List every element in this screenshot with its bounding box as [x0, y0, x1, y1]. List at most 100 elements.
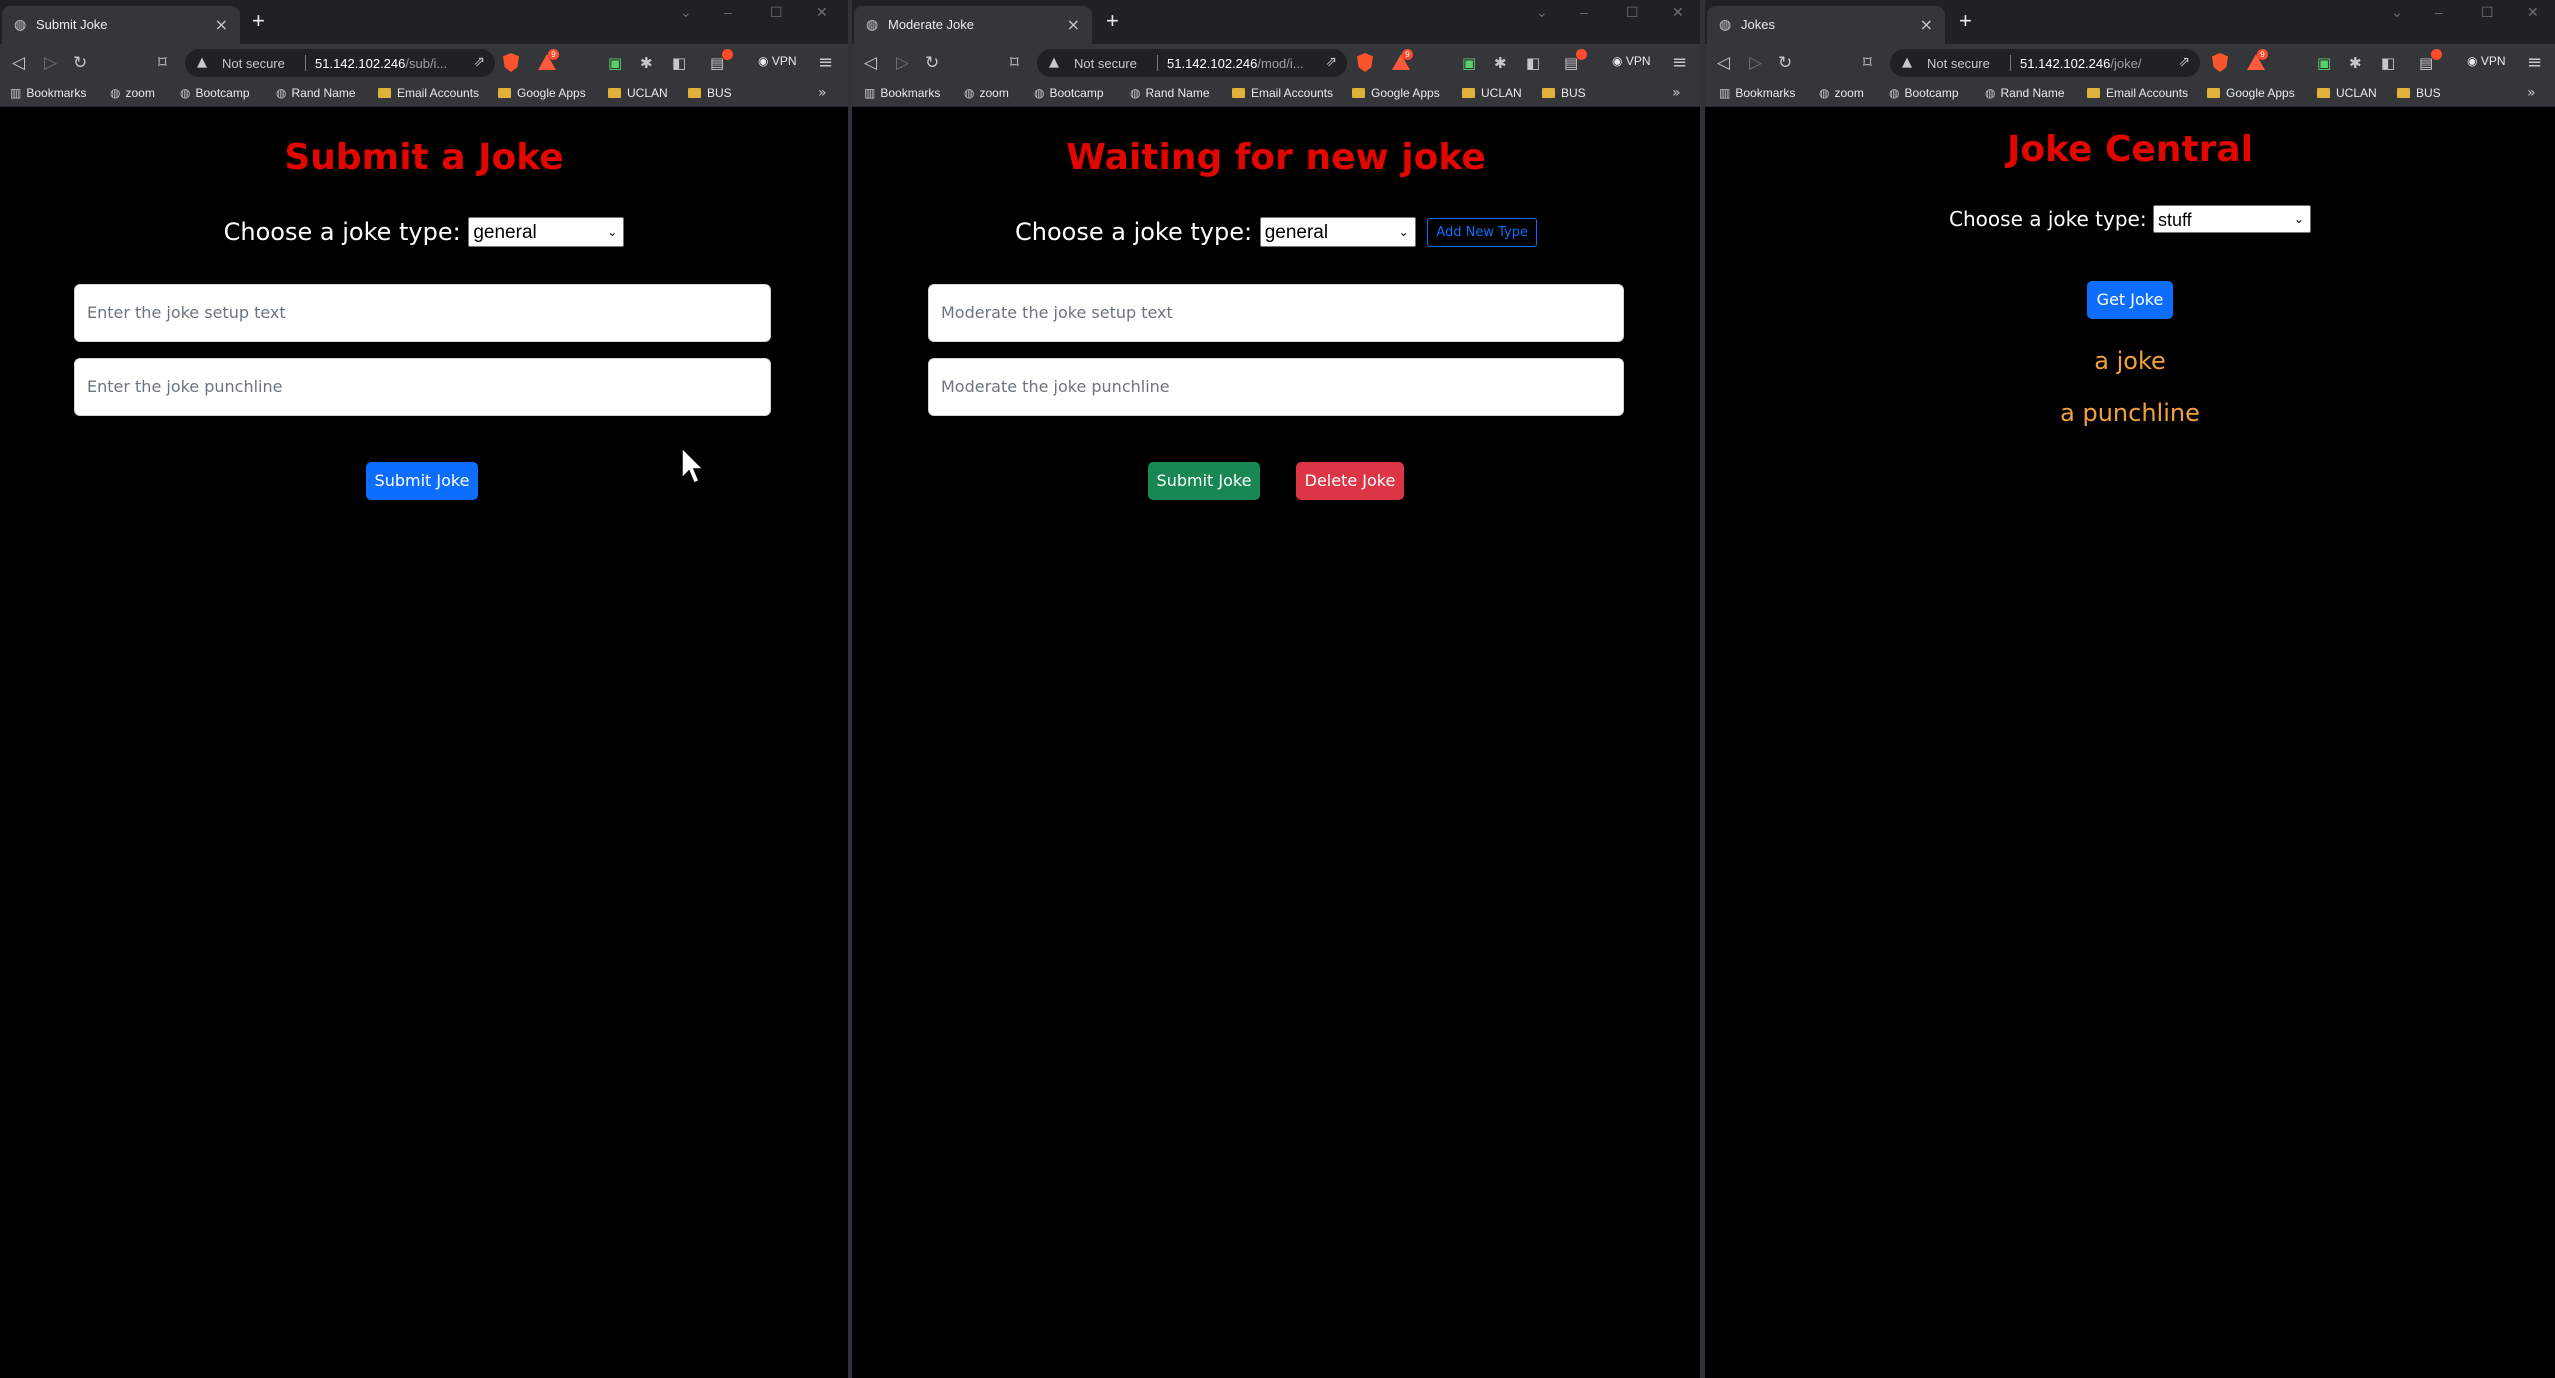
close-tab-icon[interactable]: ×	[215, 15, 228, 34]
forward-icon[interactable]: ▷	[44, 53, 57, 73]
vpn-button[interactable]: ◉ VPN	[758, 54, 797, 68]
reload-icon[interactable]: ↻	[1778, 53, 1792, 73]
new-tab-button[interactable]: +	[1106, 10, 1119, 32]
menu-icon[interactable]: ≡	[1672, 52, 1687, 73]
close-tab-icon[interactable]: ×	[1920, 15, 1933, 34]
close-window-button[interactable]: ✕	[1672, 4, 1684, 21]
brave-shield-icon[interactable]	[503, 53, 519, 72]
bookmark-bootcamp[interactable]: ◍ Bootcamp	[180, 86, 250, 100]
extension-icon[interactable]: ▣	[2317, 54, 2331, 72]
punchline-input[interactable]: Enter the joke punchline	[74, 358, 771, 416]
bookmark-uclan[interactable]: UCLAN	[1462, 86, 1522, 100]
bookmark-email-accounts[interactable]: Email Accounts	[2087, 86, 2188, 100]
bookmark-uclan[interactable]: UCLAN	[2317, 86, 2377, 100]
brave-shield-icon[interactable]	[1357, 53, 1373, 72]
share-icon[interactable]: ⇗	[473, 54, 485, 70]
bookmark-rand-name[interactable]: ◍ Rand Name	[276, 86, 356, 100]
sidebar-icon[interactable]: ◧	[2381, 54, 2395, 72]
bookmark-icon[interactable]: ⌑	[158, 53, 167, 73]
extensions-puzzle-icon[interactable]: ✱	[1494, 54, 1507, 72]
bookmark-google-apps[interactable]: Google Apps	[1352, 86, 1440, 100]
tab-search-icon[interactable]: ⌄	[2391, 4, 2403, 21]
divider	[305, 55, 306, 71]
maximize-button[interactable]: ☐	[2481, 4, 2494, 21]
bookmark-bus[interactable]: BUS	[2397, 86, 2441, 100]
forward-icon[interactable]: ▷	[896, 53, 909, 73]
minimize-button[interactable]: –	[724, 4, 732, 20]
new-tab-button[interactable]: +	[1959, 10, 1972, 32]
minimize-button[interactable]: –	[1580, 4, 1588, 20]
url-host: 51.142.102.246	[315, 56, 406, 71]
forward-icon[interactable]: ▷	[1749, 53, 1762, 73]
moderate-setup-input[interactable]: Moderate the joke setup text	[928, 284, 1624, 342]
close-window-button[interactable]: ✕	[816, 4, 828, 21]
bookmarks-manager[interactable]: ▥ Bookmarks	[864, 86, 940, 100]
reload-icon[interactable]: ↻	[73, 53, 87, 73]
minimize-button[interactable]: –	[2435, 4, 2443, 20]
maximize-button[interactable]: ☐	[770, 4, 783, 21]
bookmark-bus[interactable]: BUS	[1542, 86, 1586, 100]
address-bar[interactable]: ▲ Not secure 51.142.102.246/mod/i... ⇗	[1037, 49, 1347, 77]
reload-icon[interactable]: ↻	[925, 53, 939, 73]
extensions-puzzle-icon[interactable]: ✱	[2349, 54, 2362, 72]
close-window-button[interactable]: ✕	[2527, 4, 2539, 21]
share-icon[interactable]: ⇗	[2178, 54, 2190, 70]
tab-submit-joke[interactable]: ◍ Submit Joke ×	[2, 6, 240, 44]
bookmarks-icon: ▥	[1719, 86, 1731, 100]
tab-search-icon[interactable]: ⌄	[680, 4, 692, 21]
submit-joke-button[interactable]: Submit Joke	[366, 462, 478, 500]
tab-moderate-joke[interactable]: ◍ Moderate Joke ×	[854, 6, 1092, 44]
bookmark-rand-name[interactable]: ◍ Rand Name	[1985, 86, 2065, 100]
bookmark-rand-name[interactable]: ◍ Rand Name	[1130, 86, 1210, 100]
joke-type-select[interactable]: general ⌄	[468, 217, 625, 247]
bookmarks-manager[interactable]: ▥ Bookmarks	[10, 86, 86, 100]
address-bar[interactable]: ▲ Not secure 51.142.102.246/joke/ ⇗	[1890, 49, 2200, 77]
bookmark-icon[interactable]: ⌑	[1863, 53, 1872, 73]
extension-icon[interactable]: ▣	[1462, 54, 1476, 72]
bookmark-zoom[interactable]: ◍ zoom	[1819, 86, 1864, 100]
bookmark-bus[interactable]: BUS	[688, 86, 732, 100]
bookmark-bootcamp[interactable]: ◍ Bootcamp	[1889, 86, 1959, 100]
bookmark-uclan[interactable]: UCLAN	[608, 86, 668, 100]
new-tab-button[interactable]: +	[252, 10, 265, 32]
tab-jokes[interactable]: ◍ Jokes ×	[1707, 6, 1945, 44]
extensions-puzzle-icon[interactable]: ✱	[640, 54, 653, 72]
more-bookmarks-icon[interactable]: »	[818, 85, 827, 101]
bookmark-email-accounts[interactable]: Email Accounts	[378, 86, 479, 100]
submit-joke-button[interactable]: Submit Joke	[1148, 462, 1260, 500]
address-bar[interactable]: ▲ Not secure 51.142.102.246/sub/i... ⇗	[185, 49, 495, 77]
joke-type-select[interactable]: general ⌄	[1259, 217, 1416, 247]
more-bookmarks-icon[interactable]: »	[2527, 85, 2536, 101]
moderate-punchline-input[interactable]: Moderate the joke punchline	[928, 358, 1624, 416]
maximize-button[interactable]: ☐	[1626, 4, 1639, 21]
more-bookmarks-icon[interactable]: »	[1672, 85, 1681, 101]
vpn-button[interactable]: ◉ VPN	[2467, 54, 2506, 68]
get-joke-button[interactable]: Get Joke	[2087, 281, 2173, 319]
bookmark-zoom[interactable]: ◍ zoom	[964, 86, 1009, 100]
sidebar-icon[interactable]: ◧	[672, 54, 686, 72]
bookmark-zoom[interactable]: ◍ zoom	[110, 86, 155, 100]
delete-joke-button[interactable]: Delete Joke	[1296, 462, 1404, 500]
close-tab-icon[interactable]: ×	[1067, 15, 1080, 34]
bookmark-bootcamp[interactable]: ◍ Bootcamp	[1034, 86, 1104, 100]
joke-type-value: general	[1264, 222, 1329, 243]
back-icon[interactable]: ◁	[12, 53, 25, 73]
share-icon[interactable]: ⇗	[1325, 54, 1337, 70]
vpn-button[interactable]: ◉ VPN	[1612, 54, 1651, 68]
sidebar-icon[interactable]: ◧	[1526, 54, 1540, 72]
bookmarks-manager[interactable]: ▥ Bookmarks	[1719, 86, 1795, 100]
menu-icon[interactable]: ≡	[818, 52, 833, 73]
add-new-type-button[interactable]: Add New Type	[1427, 217, 1537, 247]
back-icon[interactable]: ◁	[864, 53, 877, 73]
joke-type-select[interactable]: stuff ⌄	[2152, 205, 2311, 233]
menu-icon[interactable]: ≡	[2527, 52, 2542, 73]
brave-shield-icon[interactable]	[2212, 53, 2228, 72]
setup-input[interactable]: Enter the joke setup text	[74, 284, 771, 342]
tab-search-icon[interactable]: ⌄	[1536, 4, 1548, 21]
bookmark-email-accounts[interactable]: Email Accounts	[1232, 86, 1333, 100]
back-icon[interactable]: ◁	[1717, 53, 1730, 73]
extension-icon[interactable]: ▣	[608, 54, 622, 72]
bookmark-google-apps[interactable]: Google Apps	[498, 86, 586, 100]
bookmark-icon[interactable]: ⌑	[1010, 53, 1019, 73]
bookmark-google-apps[interactable]: Google Apps	[2207, 86, 2295, 100]
